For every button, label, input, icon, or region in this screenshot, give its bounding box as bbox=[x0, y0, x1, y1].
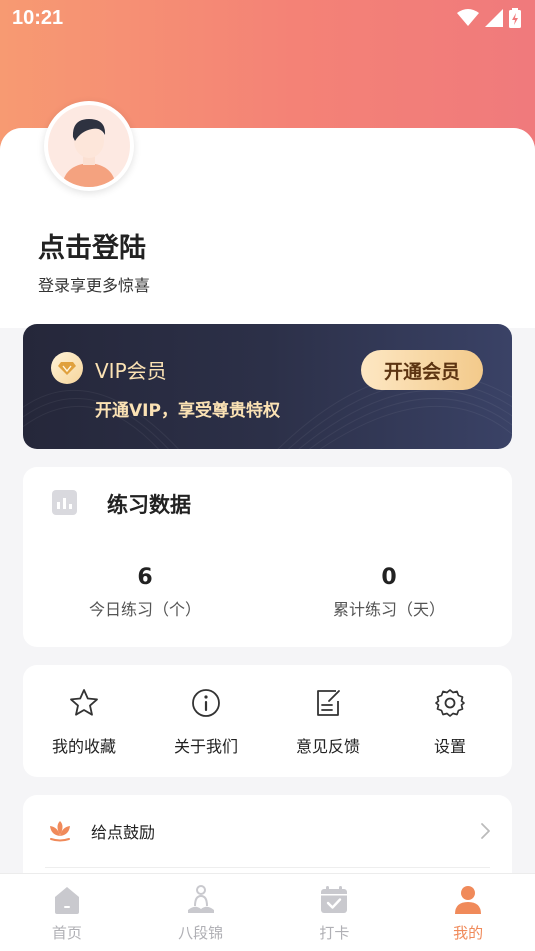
tab-checkin[interactable]: 打卡 bbox=[268, 874, 402, 951]
status-bar: 10:21 bbox=[0, 0, 535, 36]
calendar-check-icon bbox=[321, 886, 348, 913]
menu-item-settings[interactable]: 设置 bbox=[389, 665, 511, 777]
list-item-label: 给点鼓励 bbox=[91, 823, 156, 842]
menu-label: 我的收藏 bbox=[51, 737, 116, 756]
practice-stats-card: 练习数据 6 今日练习（个） 0 累计练习（天） bbox=[23, 467, 512, 647]
home-icon bbox=[54, 887, 79, 914]
info-icon bbox=[192, 689, 220, 717]
vip-description: 开通VIP，享受尊贵特权 bbox=[95, 401, 280, 421]
gear-icon bbox=[435, 689, 465, 717]
menu-item-about[interactable]: 关于我们 bbox=[145, 665, 267, 777]
stat-value: 6 bbox=[137, 565, 153, 590]
battery-icon bbox=[509, 8, 521, 28]
vip-card[interactable]: VIP会员 开通VIP，享受尊贵特权 开通会员 bbox=[23, 324, 512, 449]
list-divider bbox=[45, 867, 490, 868]
tab-mine[interactable]: 我的 bbox=[401, 874, 535, 951]
feedback-icon bbox=[317, 690, 340, 716]
tab-label: 首页 bbox=[51, 924, 82, 942]
list-item-encourage[interactable]: 给点鼓励 bbox=[23, 795, 512, 867]
menu-label: 关于我们 bbox=[173, 737, 238, 756]
tab-label: 我的 bbox=[453, 924, 484, 942]
tab-label: 八段锦 bbox=[178, 924, 224, 942]
stat-today: 6 今日练习（个） bbox=[45, 565, 245, 620]
login-subtitle: 登录享更多惊喜 bbox=[38, 276, 151, 295]
avatar-person-icon bbox=[62, 119, 116, 187]
vip-diamond-icon bbox=[51, 352, 83, 384]
status-icons bbox=[457, 8, 521, 28]
login-title[interactable]: 点击登陆 bbox=[38, 226, 146, 265]
meditation-icon bbox=[187, 885, 214, 913]
bottom-tab-bar: 首页 八段锦 打卡 我的 bbox=[0, 873, 535, 951]
open-membership-button[interactable]: 开通会员 bbox=[361, 350, 483, 390]
star-icon bbox=[70, 689, 98, 716]
tab-label: 打卡 bbox=[319, 924, 350, 942]
avatar[interactable] bbox=[44, 101, 134, 191]
quick-menu-card: 我的收藏 关于我们 意见反馈 设置 bbox=[23, 665, 512, 777]
stat-label: 累计练习（天） bbox=[332, 600, 445, 619]
tab-baduanjin[interactable]: 八段锦 bbox=[134, 874, 268, 951]
menu-item-favorites[interactable]: 我的收藏 bbox=[23, 665, 145, 777]
person-icon bbox=[455, 886, 482, 914]
menu-label: 意见反馈 bbox=[295, 737, 360, 756]
menu-item-feedback[interactable]: 意见反馈 bbox=[267, 665, 389, 777]
stat-value: 0 bbox=[381, 565, 397, 590]
signal-icon bbox=[485, 9, 503, 27]
menu-label: 设置 bbox=[433, 737, 466, 756]
stat-label: 今日练习（个） bbox=[88, 600, 201, 619]
practice-stats-title: 练习数据 bbox=[107, 493, 191, 517]
lotus-icon bbox=[50, 821, 70, 842]
vip-title: VIP会员 bbox=[95, 359, 167, 383]
status-time: 10:21 bbox=[12, 6, 64, 29]
bar-chart-icon bbox=[52, 490, 77, 515]
chevron-right-icon bbox=[481, 823, 490, 839]
stat-total: 0 累计练习（天） bbox=[289, 565, 489, 620]
tab-home[interactable]: 首页 bbox=[0, 874, 134, 951]
wifi-icon bbox=[457, 9, 479, 26]
